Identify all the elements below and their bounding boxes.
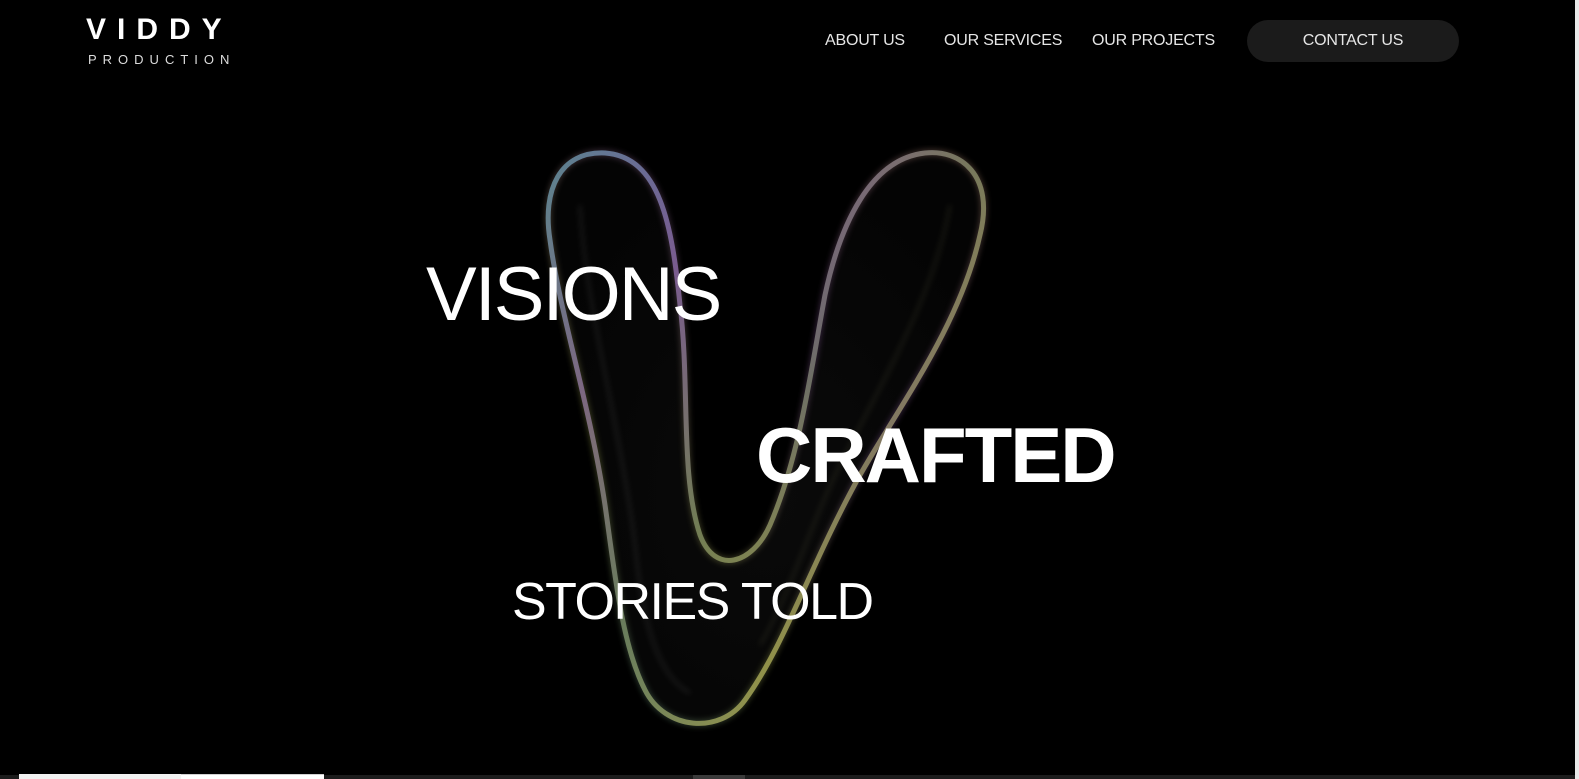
logo-subtitle: PRODUCTION [88,52,236,67]
page: VIDDY PRODUCTION ABOUT US OUR SERVICES O… [0,0,1579,779]
scrollbar[interactable] [1575,0,1579,779]
hero-line-visions: VISIONS [426,252,722,337]
slider-handle[interactable] [693,775,745,779]
hero-line-crafted: CRAFTED [756,411,1117,499]
logo-link[interactable]: VIDDY PRODUCTION [86,12,229,70]
nav-our-services[interactable]: OUR SERVICES [944,28,1062,54]
slider-segment-active[interactable] [19,774,181,779]
hero-line-stories-told: STORIES TOLD [512,573,874,631]
contact-us-button[interactable]: CONTACT US [1247,20,1459,62]
nav-about-us[interactable]: ABOUT US [825,28,905,54]
nav-our-projects[interactable]: OUR PROJECTS [1092,28,1215,54]
slider-segment[interactable] [181,774,324,779]
logo-wordmark: VIDDY [86,13,233,46]
